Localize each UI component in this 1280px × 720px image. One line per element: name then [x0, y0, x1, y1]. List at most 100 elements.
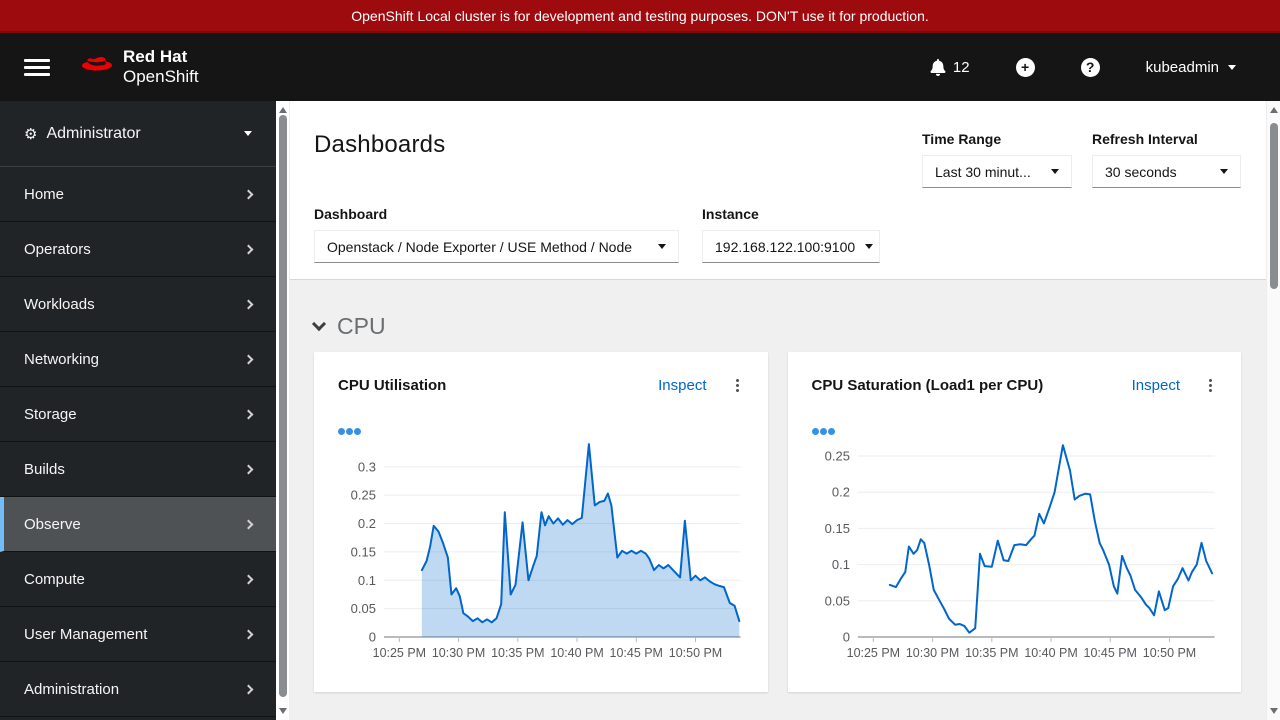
cpu-saturation-card: CPU Saturation (Load1 per CPU) Inspect 0… [787, 352, 1241, 692]
chevron-right-icon [243, 684, 254, 694]
caret-down-icon [1051, 169, 1059, 174]
chevron-right-icon [243, 519, 254, 529]
brand-logo[interactable]: Red Hat OpenShift [80, 47, 199, 86]
svg-text:10:45 PM: 10:45 PM [610, 646, 663, 660]
svg-text:10:50 PM: 10:50 PM [1142, 646, 1195, 660]
svg-text:10:25 PM: 10:25 PM [846, 646, 899, 660]
caret-down-icon [1220, 169, 1228, 174]
warning-banner-text: OpenShift Local cluster is for developme… [351, 7, 929, 24]
sidebar-item-administration[interactable]: Administration [0, 662, 276, 717]
sidebar-item-user-management[interactable]: User Management [0, 607, 276, 662]
brand-line1: Red Hat [123, 47, 188, 67]
sidebar-item-compute[interactable]: Compute [0, 552, 276, 607]
svg-text:10:45 PM: 10:45 PM [1083, 646, 1136, 660]
cpu-utilisation-chart: 0 0.05 0.1 0.15 0.2 0.25 0.3 10:25 PM 10:30 PM 10… [351, 443, 741, 660]
instance-label: Instance [702, 206, 759, 222]
sidebar-item-label: User Management [24, 625, 148, 643]
scroll-up-arrow[interactable] [1270, 107, 1278, 113]
nav-item-list: Home Operators Workloads Networking Storage B… [0, 167, 276, 717]
main-content: Dashboards Time Range Last 30 minut... R… [290, 101, 1266, 720]
svg-text:0.15: 0.15 [824, 521, 849, 536]
cpu-section-header: CPU [311, 313, 1241, 340]
red-hat-icon [82, 57, 112, 71]
time-range-field: Time Range Last 30 minut... [922, 131, 1072, 188]
cpu-utilisation-card: CPU Utilisation Inspect 0 0.05 0.1 0.15 0.2 0… [314, 352, 768, 692]
card-title: CPU Saturation (Load1 per CPU) [811, 377, 1044, 394]
chevron-down-icon[interactable] [311, 316, 327, 332]
refresh-interval-label: Refresh Interval [1092, 131, 1198, 147]
sidebar-item-label: Observe [24, 515, 81, 533]
sidebar-item-label: Operators [24, 240, 91, 258]
series-legend-dots [338, 428, 744, 435]
cogs-icon: ⚙ [24, 125, 38, 143]
svg-text:0.25: 0.25 [351, 488, 376, 503]
caret-down-icon [865, 244, 874, 249]
help-icon[interactable]: ? [1080, 57, 1100, 77]
kebab-menu-button[interactable] [731, 376, 744, 395]
dashboard-select[interactable]: Openstack / Node Exporter / USE Method /… [314, 230, 679, 263]
svg-text:0.3: 0.3 [358, 459, 376, 474]
user-menu[interactable]: kubeadmin [1146, 59, 1236, 76]
page-scrollbar [1266, 101, 1280, 720]
dashboard-field: Dashboard Openstack / Node Exporter / US… [314, 206, 679, 263]
time-range-select[interactable]: Last 30 minut... [922, 155, 1072, 188]
refresh-interval-select[interactable]: 30 seconds [1092, 155, 1241, 188]
svg-text:10:40 PM: 10:40 PM [550, 646, 603, 660]
chevron-right-icon [243, 189, 254, 199]
sidebar-item-builds[interactable]: Builds [0, 442, 276, 497]
masthead: Red Hat OpenShift 12 + ? kubeadmin [0, 33, 1280, 101]
sidebar-item-workloads[interactable]: Workloads [0, 277, 276, 332]
kebab-menu-button[interactable] [1204, 376, 1217, 395]
notification-count: 12 [952, 58, 970, 76]
scrollbar-thumb[interactable] [1270, 123, 1278, 289]
chevron-right-icon [243, 464, 254, 474]
scroll-up-arrow[interactable] [279, 107, 287, 113]
notifications-button[interactable]: 12 [930, 58, 970, 76]
sidebar-item-operators[interactable]: Operators [0, 222, 276, 277]
instance-select[interactable]: 192.168.122.100:9100 [702, 230, 880, 263]
brand-line2: OpenShift [123, 67, 199, 86]
sidebar-item-label: Networking [24, 350, 100, 368]
svg-text:0.2: 0.2 [358, 516, 376, 531]
sidebar-item-observe[interactable]: Observe [0, 497, 276, 552]
svg-text:10:35 PM: 10:35 PM [491, 646, 544, 660]
scroll-down-arrow[interactable] [1270, 708, 1278, 714]
series-legend-dots [811, 428, 1218, 435]
time-range-label: Time Range [922, 131, 1002, 147]
sidebar-item-networking[interactable]: Networking [0, 332, 276, 387]
content-scrollbar [276, 101, 290, 720]
svg-text:10:40 PM: 10:40 PM [1024, 646, 1077, 660]
section-title: CPU [337, 313, 386, 339]
scroll-down-arrow[interactable] [279, 708, 287, 714]
add-plus-icon[interactable]: + [1015, 57, 1035, 77]
perspective-label: Administrator [46, 124, 141, 142]
svg-text:10:50 PM: 10:50 PM [669, 646, 722, 660]
nav-toggle-button[interactable] [24, 58, 50, 76]
svg-text:0.15: 0.15 [351, 544, 376, 559]
svg-text:10:30 PM: 10:30 PM [432, 646, 485, 660]
perspective-switcher[interactable]: ⚙ Administrator [0, 101, 276, 167]
scrollbar-thumb[interactable] [279, 115, 287, 697]
sidebar-item-label: Administration [24, 680, 120, 698]
page-title: Dashboards [314, 131, 446, 158]
caret-down-icon [244, 131, 252, 136]
svg-text:0.2: 0.2 [831, 485, 849, 500]
dashboard-label: Dashboard [314, 206, 388, 222]
card-title: CPU Utilisation [338, 377, 447, 394]
chevron-right-icon [243, 299, 254, 309]
dashboards-header: Dashboards Time Range Last 30 minut... R… [290, 101, 1266, 279]
chevron-right-icon [243, 409, 254, 419]
sidebar-item-storage[interactable]: Storage [0, 387, 276, 442]
svg-text:0.25: 0.25 [824, 449, 849, 464]
sidebar-item-label: Workloads [24, 295, 95, 313]
sidebar-item-home[interactable]: Home [0, 167, 276, 222]
inspect-link[interactable]: Inspect [658, 377, 706, 394]
svg-text:0.05: 0.05 [824, 593, 849, 608]
chevron-right-icon [243, 629, 254, 639]
chevron-right-icon [243, 354, 254, 364]
svg-text:0: 0 [842, 629, 849, 644]
svg-text:10:25 PM: 10:25 PM [373, 646, 426, 660]
caret-down-icon [1228, 64, 1236, 70]
instance-field: Instance 192.168.122.100:9100 [702, 206, 880, 263]
inspect-link[interactable]: Inspect [1132, 377, 1180, 394]
